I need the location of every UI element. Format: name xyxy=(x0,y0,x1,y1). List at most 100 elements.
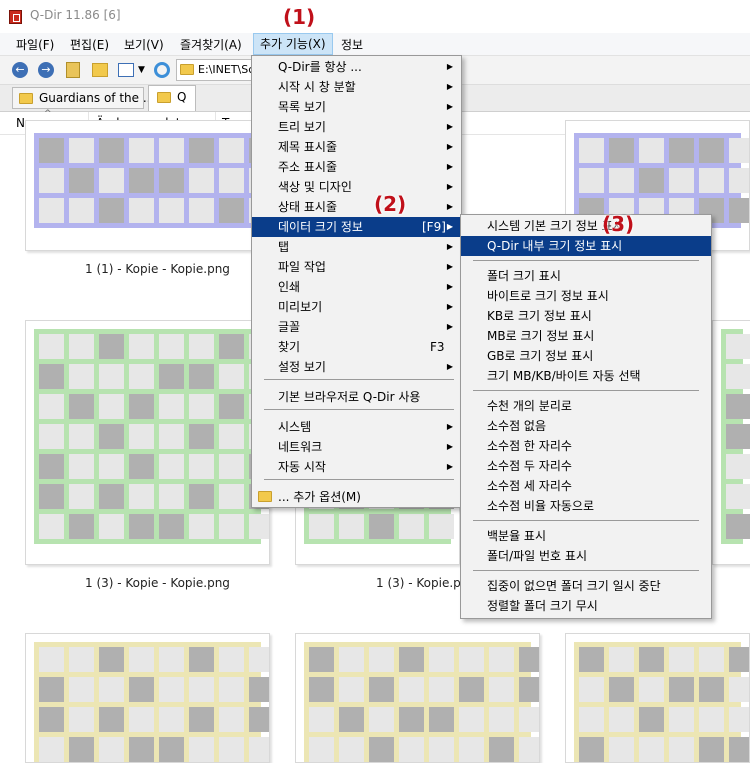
menu-item-12[interactable]: 미리보기 ▶ xyxy=(252,297,461,317)
menu-item-label: 목록 보기 xyxy=(278,100,326,114)
menu-separator xyxy=(473,520,699,521)
chevron-down-icon[interactable]: ▼ xyxy=(138,65,145,75)
menu-separator xyxy=(473,260,699,261)
submenu-item-0[interactable]: 시스템 기본 크기 정보 표시 xyxy=(461,216,711,236)
tab-guardians[interactable]: Guardians of the ... xyxy=(12,87,154,109)
submenu-item-8[interactable]: 수천 개의 분리로 xyxy=(461,396,711,416)
menu-item-0[interactable]: Q-Dir를 항상 ... ▶ xyxy=(252,57,461,77)
tab-q[interactable]: Q xyxy=(148,85,196,111)
submenu-item-17[interactable]: 정렬할 폴더 크기 무시 xyxy=(461,596,711,616)
submenu-item-4[interactable]: KB로 크기 정보 표시 xyxy=(461,306,711,326)
submenu-arrow-icon: ▶ xyxy=(446,462,453,471)
app-icon xyxy=(9,10,22,24)
menu-item-18[interactable]: 네트워크 ▶ xyxy=(252,437,461,457)
submenu-item-5[interactable]: MB로 크기 정보 표시 xyxy=(461,326,711,346)
menu-item-label: 데이터 크기 정보 xyxy=(278,220,363,234)
forward-icon[interactable]: → xyxy=(38,62,54,78)
submenu-item-label: 수천 개의 분리로 xyxy=(487,399,572,413)
menu-file[interactable]: 파일(F) xyxy=(16,36,54,53)
menu-item-15[interactable]: 설정 보기 ▶ xyxy=(252,357,461,377)
menu-item-label: 설정 보기 xyxy=(278,360,326,374)
submenu-item-13[interactable]: 소수점 비율 자동으로 xyxy=(461,496,711,516)
menu-item-14[interactable]: 찾기 F3 xyxy=(252,337,461,357)
submenu-item-3[interactable]: 바이트로 크기 정보 표시 xyxy=(461,286,711,306)
submenu-item-label: 소수점 두 자리수 xyxy=(487,459,572,473)
menu-item-label: 상태 표시줄 xyxy=(278,200,338,214)
menu-item-5[interactable]: 주소 표시줄 ▶ xyxy=(252,157,461,177)
file-thumbnail[interactable] xyxy=(25,120,270,251)
data-size-submenu: 시스템 기본 크기 정보 표시 Q-Dir 내부 크기 정보 표시폴더 크기 표시… xyxy=(460,214,712,619)
submenu-item-6[interactable]: GB로 크기 정보 표시 xyxy=(461,346,711,366)
submenu-item-9[interactable]: 소수점 없음 xyxy=(461,416,711,436)
submenu-item-label: KB로 크기 정보 표시 xyxy=(487,309,592,323)
menu-item-label: 시스템 xyxy=(278,420,312,434)
step-1-annotation: (1) xyxy=(283,5,316,29)
menu-item-20[interactable]: ... 추가 옵션(M) xyxy=(252,487,461,507)
submenu-item-14[interactable]: 백분율 표시 xyxy=(461,526,711,546)
menu-item-13[interactable]: 글꼴 ▶ xyxy=(252,317,461,337)
new-folder-icon[interactable] xyxy=(92,63,108,77)
menu-item-9[interactable]: 탭 ▶ xyxy=(252,237,461,257)
menu-extras[interactable]: 추가 기능(X) xyxy=(253,33,333,55)
submenu-item-1[interactable]: Q-Dir 내부 크기 정보 표시 xyxy=(461,236,711,256)
file-caption[interactable]: 1 (3) - Kopie - Kopie.png xyxy=(85,576,230,590)
submenu-item-7[interactable]: 크기 MB/KB/바이트 자동 선택 xyxy=(461,366,711,386)
menu-item-11[interactable]: 인쇄 ▶ xyxy=(252,277,461,297)
submenu-item-15[interactable]: 폴더/파일 번호 표시 xyxy=(461,546,711,566)
back-icon[interactable]: ← xyxy=(12,62,28,78)
menu-item-4[interactable]: 제목 표시줄 ▶ xyxy=(252,137,461,157)
tab-label: Q xyxy=(177,90,187,104)
menu-item-label: 찾기 xyxy=(278,340,301,354)
menu-item-10[interactable]: 파일 작업 ▶ xyxy=(252,257,461,277)
menu-favorites[interactable]: 즐겨찾기(A) xyxy=(180,36,242,53)
submenu-arrow-icon: ▶ xyxy=(446,422,453,431)
menu-item-label: ... 추가 옵션(M) xyxy=(278,490,361,504)
submenu-item-label: Q-Dir 내부 크기 정보 표시 xyxy=(487,239,623,253)
menu-edit[interactable]: 편집(E) xyxy=(70,36,109,53)
menu-info[interactable]: 정보 xyxy=(341,36,363,53)
menu-item-label: 자동 시작 xyxy=(278,460,326,474)
submenu-arrow-icon: ▶ xyxy=(446,182,453,191)
file-thumbnail[interactable] xyxy=(295,633,540,763)
menu-item-2[interactable]: 목록 보기 ▶ xyxy=(252,97,461,117)
up-folder-icon[interactable] xyxy=(66,62,80,78)
submenu-item-label: 백분율 표시 xyxy=(487,529,547,543)
menu-item-16[interactable]: 기본 브라우저로 Q-Dir 사용 xyxy=(252,387,461,407)
submenu-item-label: 소수점 없음 xyxy=(487,419,547,433)
view-mode-icon[interactable] xyxy=(118,63,134,77)
menu-view[interactable]: 보기(V) xyxy=(124,36,164,53)
menu-item-3[interactable]: 트리 보기 ▶ xyxy=(252,117,461,137)
menu-item-1[interactable]: 시작 시 창 분할 ▶ xyxy=(252,77,461,97)
menu-item-8[interactable]: 데이터 크기 정보 [F9] ▶ xyxy=(252,217,461,237)
submenu-item-11[interactable]: 소수점 두 자리수 xyxy=(461,456,711,476)
submenu-item-16[interactable]: 집중이 없으면 폴더 크기 일시 중단 xyxy=(461,576,711,596)
menu-item-shortcut: [F9] xyxy=(422,220,446,234)
menu-item-label: 탭 xyxy=(278,240,290,254)
submenu-arrow-icon: ▶ xyxy=(446,362,453,371)
menu-item-6[interactable]: 색상 및 디자인 ▶ xyxy=(252,177,461,197)
menu-item-7[interactable]: 상태 표시줄 ▶ xyxy=(252,197,461,217)
menu-separator xyxy=(473,570,699,571)
menu-item-17[interactable]: 시스템 ▶ xyxy=(252,417,461,437)
file-thumbnail[interactable] xyxy=(25,320,270,565)
menu-item-label: 제목 표시줄 xyxy=(278,140,338,154)
menu-separator xyxy=(264,379,454,380)
file-thumbnail[interactable] xyxy=(712,320,750,565)
folder-icon xyxy=(180,64,194,75)
submenu-item-label: GB로 크기 정보 표시 xyxy=(487,349,594,363)
tab-label: Guardians of the ... xyxy=(39,91,155,105)
submenu-arrow-icon: ▶ xyxy=(446,142,453,151)
file-thumbnail[interactable] xyxy=(25,633,270,763)
submenu-item-2[interactable]: 폴더 크기 표시 xyxy=(461,266,711,286)
menu-item-19[interactable]: 자동 시작 ▶ xyxy=(252,457,461,477)
submenu-item-label: 소수점 비율 자동으로 xyxy=(487,499,594,513)
file-thumbnail[interactable] xyxy=(565,633,750,763)
menu-bar: 파일(F) 편집(E) 보기(V) 즐겨찾기(A) 추가 기능(X) 정보 xyxy=(0,33,750,56)
submenu-arrow-icon: ▶ xyxy=(446,122,453,131)
refresh-icon[interactable] xyxy=(154,62,170,78)
file-caption[interactable]: 1 (1) - Kopie - Kopie.png xyxy=(85,262,230,276)
submenu-item-12[interactable]: 소수점 세 자리수 xyxy=(461,476,711,496)
submenu-item-10[interactable]: 소수점 한 자리수 xyxy=(461,436,711,456)
submenu-arrow-icon: ▶ xyxy=(446,162,453,171)
address-text[interactable]: E:\INET\Sc xyxy=(198,63,254,76)
